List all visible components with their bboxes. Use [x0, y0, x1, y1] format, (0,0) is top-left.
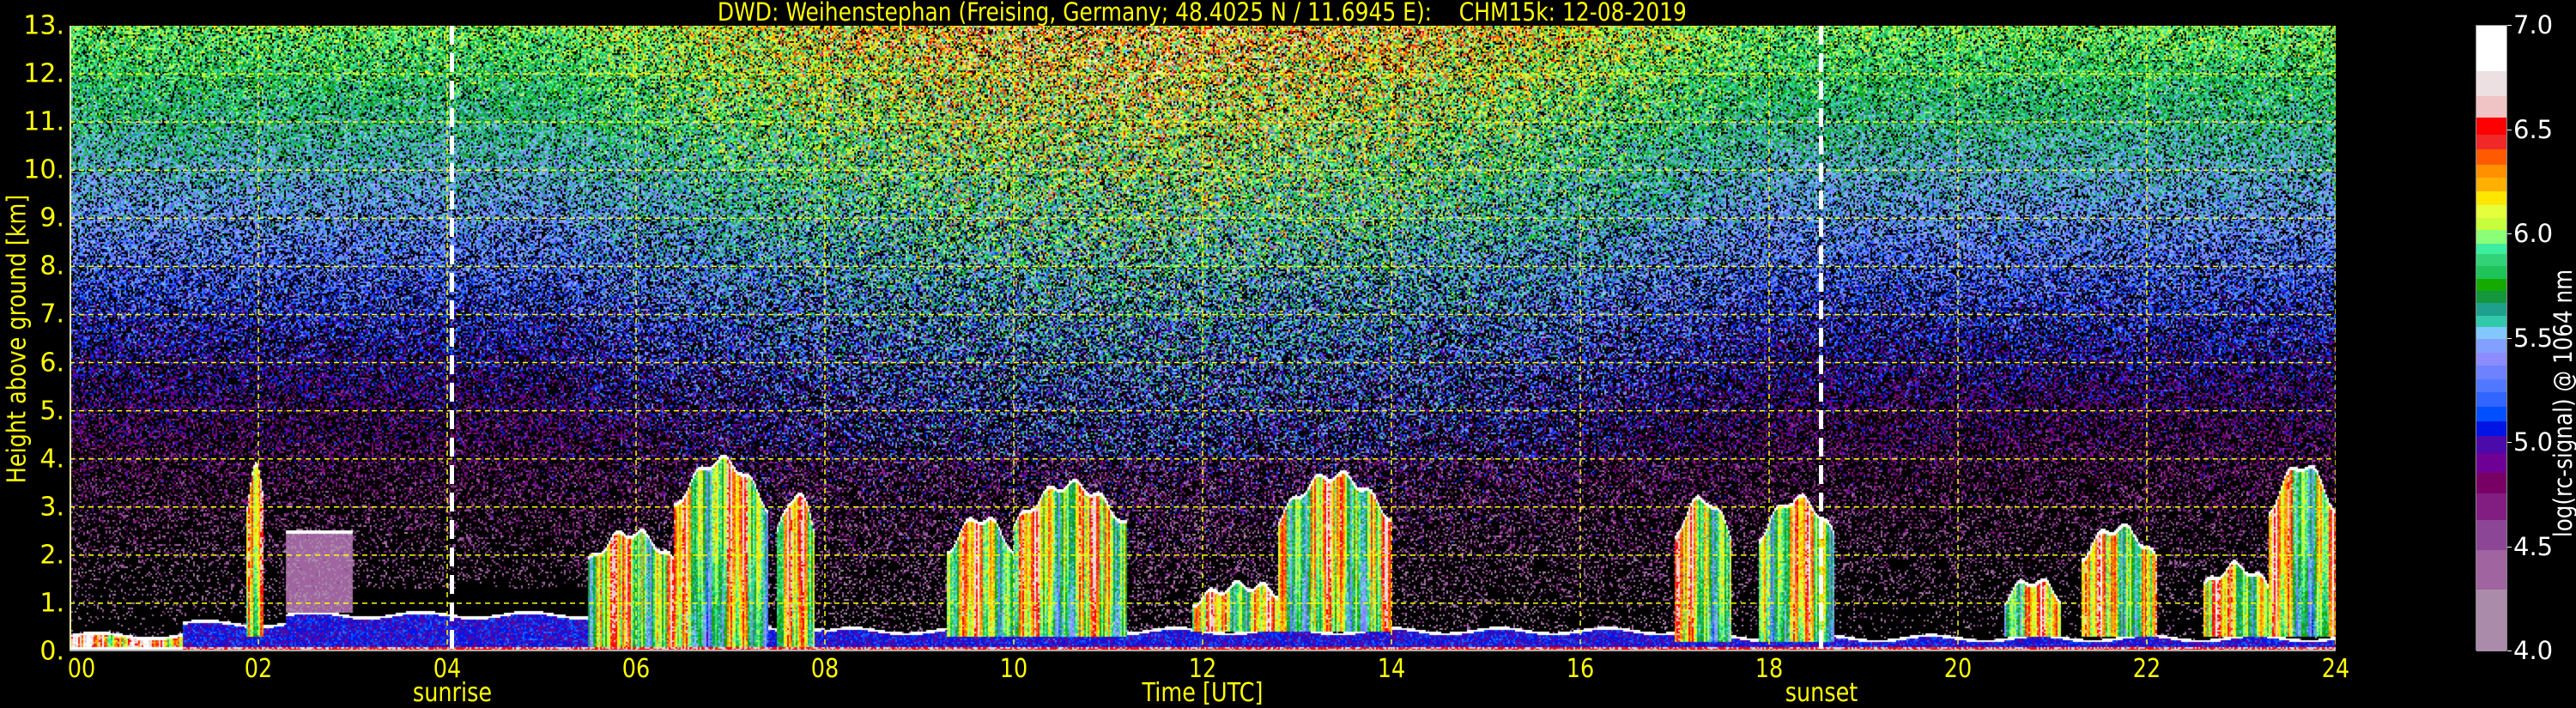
colorbar-segment — [2476, 589, 2506, 652]
y-tick-label: 3. — [39, 492, 64, 523]
colorbar-segment — [2476, 95, 2506, 118]
y-tick-label: 6. — [39, 348, 64, 378]
colorbar-tick-mark — [2507, 233, 2512, 234]
colorbar-segment — [2476, 134, 2506, 149]
colorbar-segment — [2476, 378, 2506, 393]
colorbar-segment — [2476, 204, 2506, 218]
colorbar-tick-mark — [2507, 337, 2512, 339]
colorbar-segment — [2476, 365, 2506, 379]
colorbar-segment — [2476, 70, 2506, 96]
colorbar-tick-mark — [2507, 25, 2512, 26]
colorbar-segment — [2476, 148, 2506, 165]
colorbar-label: log(rc-signal) @ 1064 nm — [2549, 269, 2576, 538]
x-tick-label: 06 — [621, 654, 651, 684]
y-tick-label: 0. — [39, 636, 64, 667]
y-tick-label: 2. — [39, 540, 64, 571]
colorbar-tick-label: 4.0 — [2513, 636, 2554, 665]
colorbar-segment — [2476, 493, 2506, 520]
x-tick-label: 10 — [999, 654, 1028, 684]
y-tick-label: 7. — [39, 299, 64, 330]
y-tick-label: 12. — [23, 58, 64, 89]
colorbar-segment — [2476, 217, 2506, 230]
x-tick-label: 14 — [1377, 654, 1406, 684]
plot-overlay — [70, 26, 2336, 651]
y-tick-label: 11. — [23, 106, 64, 137]
colorbar-segment — [2476, 452, 2506, 473]
y-tick-label: 9. — [39, 203, 64, 233]
y-tick-label: 4. — [39, 444, 64, 475]
colorbar — [2476, 25, 2507, 652]
colorbar-segment — [2476, 26, 2506, 71]
x-tick-label: 22 — [2132, 654, 2161, 684]
chart-title: DWD: Weihenstephan (Freising, Germany; 4… — [717, 0, 1687, 27]
y-axis-label: Height above ground [km] — [2, 194, 33, 484]
y-tick-label: 13. — [23, 10, 64, 41]
colorbar-segment — [2476, 315, 2506, 328]
colorbar-segment — [2476, 391, 2506, 408]
colorbar-segment — [2476, 435, 2506, 454]
colorbar-segment — [2476, 549, 2506, 590]
colorbar-tick-label: 5.5 — [2513, 323, 2554, 353]
colorbar-segment — [2476, 290, 2506, 304]
colorbar-segment — [2476, 472, 2506, 494]
colorbar-segment — [2476, 229, 2506, 244]
x-tick-label: 00 — [67, 654, 96, 684]
colorbar-segment — [2476, 265, 2506, 279]
plot-area — [70, 26, 2336, 651]
colorbar-segment — [2476, 326, 2506, 340]
colorbar-tick-mark — [2507, 442, 2512, 443]
sunrise-label: sunrise — [412, 678, 492, 708]
x-tick-label: 08 — [810, 654, 839, 684]
y-tick-label: 10. — [23, 154, 64, 185]
colorbar-segment — [2476, 253, 2506, 267]
x-tick-label: 18 — [1755, 654, 1784, 684]
colorbar-segment — [2476, 302, 2506, 316]
colorbar-segment — [2476, 406, 2506, 422]
colorbar-tick-mark — [2507, 546, 2512, 548]
colorbar-segment — [2476, 177, 2506, 192]
colorbar-tick-label: 7.0 — [2513, 10, 2554, 39]
x-tick-label: 20 — [1943, 654, 1973, 684]
y-tick-label: 8. — [39, 251, 64, 281]
colorbar-segment — [2476, 164, 2506, 179]
colorbar-segment — [2476, 338, 2506, 354]
x-tick-label: 24 — [2321, 654, 2350, 684]
colorbar-segment — [2476, 519, 2506, 551]
colorbar-tick-label: 6.5 — [2513, 114, 2554, 144]
sunset-label: sunset — [1785, 678, 1858, 708]
y-tick-label: 1. — [39, 588, 64, 619]
colorbar-segment — [2476, 278, 2506, 291]
colorbar-segment — [2476, 117, 2506, 135]
x-axis-label: Time [UTC] — [1142, 678, 1264, 708]
x-tick-label: 16 — [1566, 654, 1595, 684]
colorbar-segment — [2476, 352, 2506, 366]
colorbar-tick-label: 6.0 — [2513, 219, 2554, 248]
colorbar-segment — [2476, 243, 2506, 254]
colorbar-segment — [2476, 421, 2506, 437]
colorbar-tick-label: 5.0 — [2513, 427, 2554, 457]
colorbar-segment — [2476, 191, 2506, 206]
colorbar-tick-label: 4.5 — [2513, 531, 2554, 561]
x-tick-label: 02 — [244, 654, 273, 684]
y-tick-label: 5. — [39, 396, 64, 427]
